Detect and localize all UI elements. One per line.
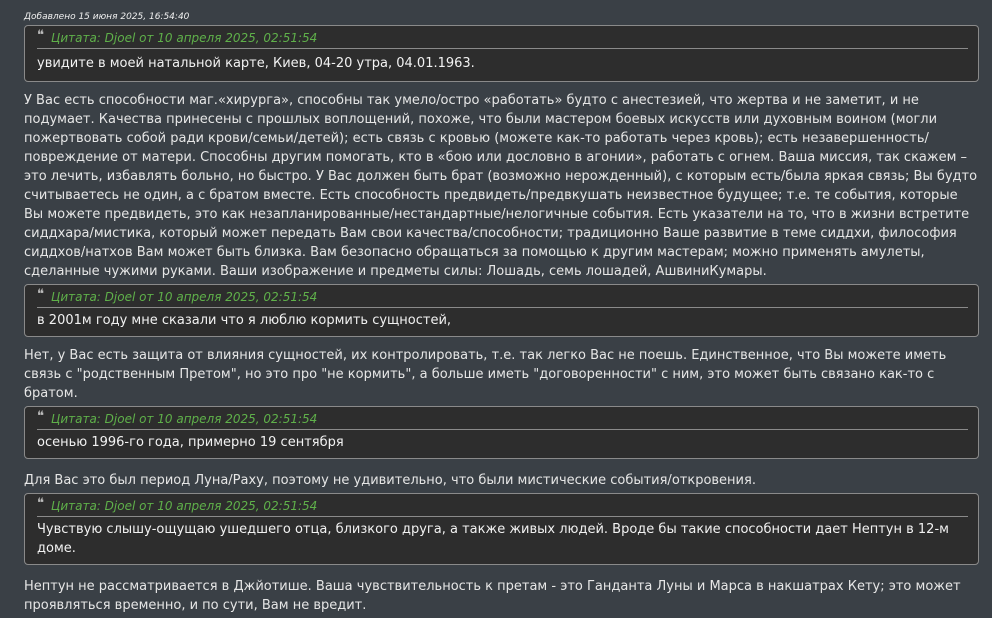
forum-post: Добавлено 15 июня 2025, 16:54:40 ❝ Цитат… xyxy=(0,0,992,615)
quote-icon: ❝ xyxy=(37,28,44,43)
reply-text: Для Вас это был период Луна/Раху, поэтом… xyxy=(24,473,756,488)
quote-block: ❝ Цитата: Djoel от 10 апреля 2025, 02:51… xyxy=(24,406,979,459)
quote-block: ❝ Цитата: Djoel от 10 апреля 2025, 02:51… xyxy=(24,493,979,565)
quote-header-text[interactable]: Цитата: Djoel от 10 апреля 2025, 02:51:5… xyxy=(51,30,317,46)
quote-text: осенью 1996-го года, примерно 19 сентябр… xyxy=(37,435,344,450)
quote-header-text[interactable]: Цитата: Djoel от 10 апреля 2025, 02:51:5… xyxy=(51,411,317,427)
quote-block: ❝ Цитата: Djoel от 10 апреля 2025, 02:51… xyxy=(24,25,979,82)
quote-text: Чувствую слышу-ощущаю ушедшего отца, бли… xyxy=(37,522,949,556)
quote-header-text[interactable]: Цитата: Djoel от 10 апреля 2025, 02:51:5… xyxy=(51,498,317,514)
quote-block: ❝ Цитата: Djoel от 10 апреля 2025, 02:51… xyxy=(24,284,979,337)
quote-header[interactable]: ❝ Цитата: Djoel от 10 апреля 2025, 02:51… xyxy=(37,496,968,517)
reply-text: У Вас есть способности маг.«хирурга», сп… xyxy=(24,93,978,279)
quote-icon: ❝ xyxy=(37,409,44,424)
post-date: Добавлено 15 июня 2025, 16:54:40 xyxy=(24,12,190,22)
quote-icon: ❝ xyxy=(37,287,44,302)
quote-header[interactable]: ❝ Цитата: Djoel от 10 апреля 2025, 02:51… xyxy=(37,287,968,308)
quote-icon: ❝ xyxy=(37,496,44,511)
quote-header[interactable]: ❝ Цитата: Djoel от 10 апреля 2025, 02:51… xyxy=(37,409,968,430)
quote-text: увидите в моей натальной карте, Киев, 04… xyxy=(37,56,475,71)
reply-text: Нет, у Вас есть защита от влияния сущнос… xyxy=(24,348,947,401)
reply-text: Нептун не рассматривается в Джйотише. Ва… xyxy=(24,579,961,613)
quote-header[interactable]: ❝ Цитата: Djoel от 10 апреля 2025, 02:51… xyxy=(37,28,968,49)
quote-text: в 2001м году мне сказали что я люблю кор… xyxy=(37,313,452,328)
quote-header-text[interactable]: Цитата: Djoel от 10 апреля 2025, 02:51:5… xyxy=(51,289,317,305)
